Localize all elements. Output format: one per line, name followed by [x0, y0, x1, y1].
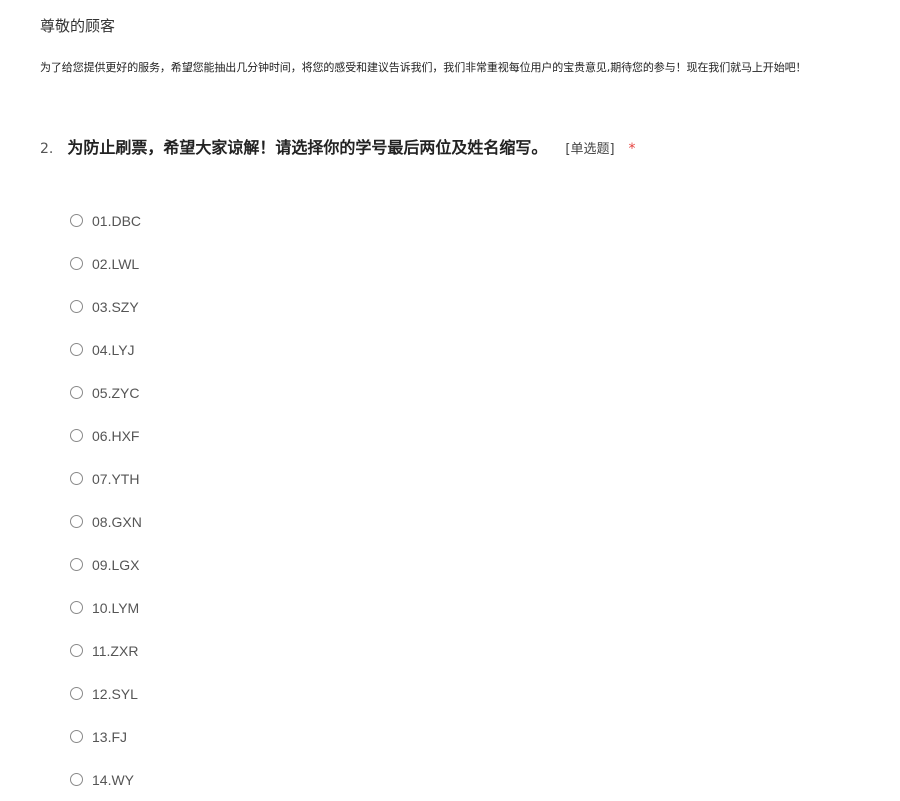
option-label[interactable]: 10.LYM: [92, 600, 139, 616]
radio-option[interactable]: 11.ZXR: [70, 629, 142, 672]
radio-option[interactable]: 09.LGX: [70, 543, 142, 586]
question-type-label: [单选题]: [565, 142, 615, 157]
radio-button[interactable]: [70, 773, 83, 786]
radio-button[interactable]: [70, 429, 83, 442]
survey-greeting: 尊敬的顾客: [40, 17, 116, 35]
radio-button[interactable]: [70, 300, 83, 313]
option-label[interactable]: 14.WY: [92, 772, 134, 788]
radio-option[interactable]: 03.SZY: [70, 285, 142, 328]
option-label[interactable]: 06.HXF: [92, 428, 139, 444]
option-label[interactable]: 12.SYL: [92, 686, 138, 702]
option-label[interactable]: 01.DBC: [92, 213, 141, 229]
radio-button[interactable]: [70, 515, 83, 528]
radio-option[interactable]: 02.LWL: [70, 242, 142, 285]
radio-option[interactable]: 07.YTH: [70, 457, 142, 500]
radio-option[interactable]: 13.FJ: [70, 715, 142, 758]
survey-intro: 为了给您提供更好的服务，希望您能抽出几分钟时间，将您的感受和建议告诉我们，我们非…: [40, 61, 807, 74]
option-label[interactable]: 03.SZY: [92, 299, 139, 315]
radio-button[interactable]: [70, 257, 83, 270]
radio-button[interactable]: [70, 644, 83, 657]
radio-option[interactable]: 12.SYL: [70, 672, 142, 715]
radio-option[interactable]: 08.GXN: [70, 500, 142, 543]
radio-option[interactable]: 10.LYM: [70, 586, 142, 629]
radio-button[interactable]: [70, 558, 83, 571]
radio-button[interactable]: [70, 472, 83, 485]
radio-button[interactable]: [70, 214, 83, 227]
radio-option[interactable]: 14.WY: [70, 758, 142, 801]
radio-button[interactable]: [70, 343, 83, 356]
option-label[interactable]: 07.YTH: [92, 471, 139, 487]
radio-button[interactable]: [70, 601, 83, 614]
radio-option[interactable]: 05.ZYC: [70, 371, 142, 414]
radio-button[interactable]: [70, 687, 83, 700]
required-mark: *: [628, 141, 636, 157]
option-label[interactable]: 08.GXN: [92, 514, 142, 530]
option-label[interactable]: 13.FJ: [92, 729, 127, 745]
question-number: 2.: [40, 141, 54, 157]
radio-option[interactable]: 04.LYJ: [70, 328, 142, 371]
option-label[interactable]: 09.LGX: [92, 557, 139, 573]
option-label[interactable]: 11.ZXR: [92, 643, 138, 659]
radio-button[interactable]: [70, 386, 83, 399]
option-label[interactable]: 02.LWL: [92, 256, 139, 272]
radio-button[interactable]: [70, 730, 83, 743]
question-title: 为防止刷票，希望大家谅解！请选择你的学号最后两位及姓名缩写。: [67, 138, 548, 157]
question-header: 2. 为防止刷票，希望大家谅解！请选择你的学号最后两位及姓名缩写。 [单选题] …: [40, 134, 636, 158]
option-list: 01.DBC 02.LWL 03.SZY 04.LYJ 05.ZYC 06.HX…: [70, 199, 142, 801]
option-label[interactable]: 04.LYJ: [92, 342, 135, 358]
radio-option[interactable]: 06.HXF: [70, 414, 142, 457]
option-label[interactable]: 05.ZYC: [92, 385, 139, 401]
radio-option[interactable]: 01.DBC: [70, 199, 142, 242]
